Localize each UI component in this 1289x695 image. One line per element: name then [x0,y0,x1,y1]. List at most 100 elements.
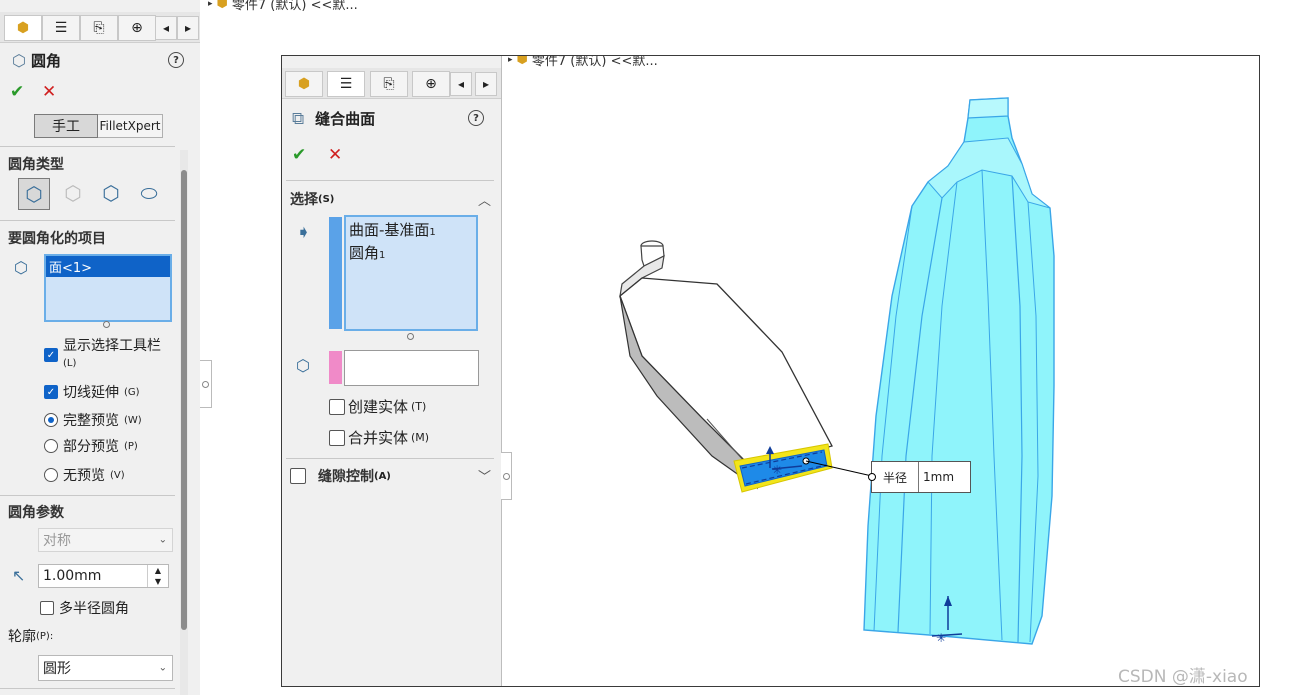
knit-surface-icon: ⧉ [292,108,305,129]
variable-radius-fillet-button[interactable]: ⬡ [58,178,88,208]
option-hotkey: (W) [124,414,142,426]
option-partial-preview[interactable]: 部分预览 (P) [44,436,138,456]
dimxpert-tab[interactable]: ⊕ [412,71,450,97]
configuration-icon: ⎘ [383,76,395,92]
multi-radius-option[interactable]: 多半径圆角 [40,598,129,618]
triad-star-icon: ✳ [936,631,946,645]
cancel-button[interactable]: ✕ [328,145,342,165]
option-no-preview[interactable]: 无预览 (V) [44,465,125,485]
radius-callout[interactable]: 半径 1mm [868,461,971,493]
profile-label-row: 轮廓 (P): [8,629,54,645]
configuration-manager-tab[interactable]: ⎘ [80,15,118,41]
outer-tree-label[interactable]: ▸ ⬢ 零件7 (默认) <<默... [208,0,358,13]
radio[interactable] [44,439,58,453]
callout-value[interactable]: 1mm [919,462,970,492]
configuration-manager-tab[interactable]: ⎘ [370,71,408,97]
knit-title-row: ⧉ 缝合曲面 [292,108,375,129]
checkbox[interactable] [290,468,306,484]
help-icon[interactable]: ? [468,110,484,126]
fillet-type-buttons: ⬡ ⬡ ⬡ ⬭ [18,178,164,210]
face-fillet-button[interactable]: ⬡ [96,178,126,208]
chevron-down-icon: ⌄ [158,662,167,674]
splitter-grip-icon [202,380,209,388]
fillet-type-heading: 圆角类型 [8,157,64,173]
constant-radius-fillet-button[interactable]: ⬡ [18,178,50,210]
radio[interactable] [44,413,58,427]
body-selection-box[interactable] [344,350,479,386]
manual-mode-tab[interactable]: 手工 [34,114,98,138]
feature-manager-tab[interactable]: ⬢ [285,71,323,97]
spin-down-icon[interactable]: ▼ [155,577,161,586]
body-color-bar [329,351,342,384]
property-manager-tab[interactable]: ☰ [42,15,80,41]
crosshair-icon: ⊕ [425,76,437,92]
property-list-icon: ☰ [54,20,68,36]
ok-button[interactable]: ✔ [10,82,24,102]
radio[interactable] [44,468,58,482]
graphics-viewport[interactable]: ✳ ✳ [502,56,1258,686]
panel-splitter[interactable] [200,360,212,408]
items-to-fillet-list[interactable]: 面<1> [44,254,172,322]
chevron-down-icon: ⌄ [158,534,167,546]
surfaces-selection-list[interactable]: 曲面-基准面1 圆角1 [344,215,478,331]
cancel-button[interactable]: ✕ [42,82,56,102]
filletxpert-mode-tab[interactable]: FilletXpert [98,114,163,138]
panel-title: 圆角 [30,52,61,70]
tab-scroll-right[interactable]: ▸ [475,72,497,96]
radius-icon: ↖ [12,566,26,585]
option-hotkey: (G) [124,386,140,398]
body-selection-icon: ⬡ [296,356,310,375]
option-label: 切线延伸 [63,385,119,401]
tree-expand-icon[interactable]: ▸ [208,0,213,9]
merge-solid-option[interactable]: 合并实体 (M) [329,427,429,448]
tab-scroll-left[interactable]: ◂ [155,16,177,40]
selection-heading[interactable]: 选择 (S) [290,189,334,209]
radius-spinner[interactable]: ▲ ▼ [147,565,168,587]
property-manager-tab[interactable]: ☰ [327,71,365,97]
list-item[interactable]: 圆角1 [346,242,476,263]
face-selection-icon: ⬡ [14,258,28,277]
list-item[interactable]: 面<1> [46,256,170,277]
list-resize-handle[interactable] [407,333,414,340]
option-tangent-propagation[interactable]: ✓ 切线延伸 (G) [44,382,140,402]
ok-button[interactable]: ✔ [292,145,306,165]
checkbox[interactable] [329,429,345,446]
tab-scroll-right[interactable]: ▸ [177,16,199,40]
panel-title: 缝合曲面 [315,110,376,128]
dimxpert-tab[interactable]: ⊕ [118,15,156,41]
full-round-fillet-button[interactable]: ⬭ [134,178,164,208]
large-bottle[interactable]: ✳ [863,97,1055,645]
inner-window: ▸ ⬢ 零件7 (默认) <<默... ⬢ ☰ ⎘ ⊕ ◂ ▸ ⧉ 缝合曲面 ?… [281,55,1260,687]
option-full-preview[interactable]: 完整预览 (W) [44,410,142,430]
radius-input[interactable]: 1.00mm ▲ ▼ [38,564,169,588]
expand-chevron-icon[interactable]: ﹀ [478,466,491,485]
separator [0,146,175,147]
checkbox[interactable] [40,601,54,615]
scrollbar-thumb[interactable] [181,170,187,630]
help-icon[interactable]: ? [168,52,184,68]
create-solid-option[interactable]: 创建实体 (T) [329,396,426,417]
watermark: CSDN @潇-xiao [1118,667,1248,687]
list-resize-handle[interactable] [103,321,110,328]
option-show-toolbar[interactable]: ✓ 显示选择工具栏 (L) [44,338,161,372]
option-label: 显示选择工具栏 [63,338,161,354]
selection-color-bar [329,217,342,329]
spin-up-icon[interactable]: ▲ [155,566,161,575]
option-label: 无预览 [63,468,105,484]
feature-manager-tab[interactable]: ⬢ [4,15,42,41]
tab-scroll-left[interactable]: ◂ [450,72,472,96]
collapse-chevron-icon[interactable]: ︿ [478,190,491,209]
panel-scrollbar[interactable] [180,150,188,695]
chevron-left-icon: ◂ [457,77,465,91]
symmetric-dropdown[interactable]: 对称 ⌄ [38,528,173,552]
profile-dropdown[interactable]: 圆形 ⌄ [38,655,173,681]
checkbox[interactable]: ✓ [44,348,58,362]
part-icon: ⬢ [216,0,228,11]
fillet-full-round-icon: ⬭ [140,181,158,205]
checkbox[interactable]: ✓ [44,385,58,399]
checkbox[interactable] [329,398,345,415]
gap-control-row[interactable]: 缝隙控制 (A) [290,466,391,486]
crosshair-icon: ⊕ [131,20,143,36]
feature-tree-icon: ⬢ [297,76,311,92]
list-item[interactable]: 曲面-基准面1 [346,217,476,242]
